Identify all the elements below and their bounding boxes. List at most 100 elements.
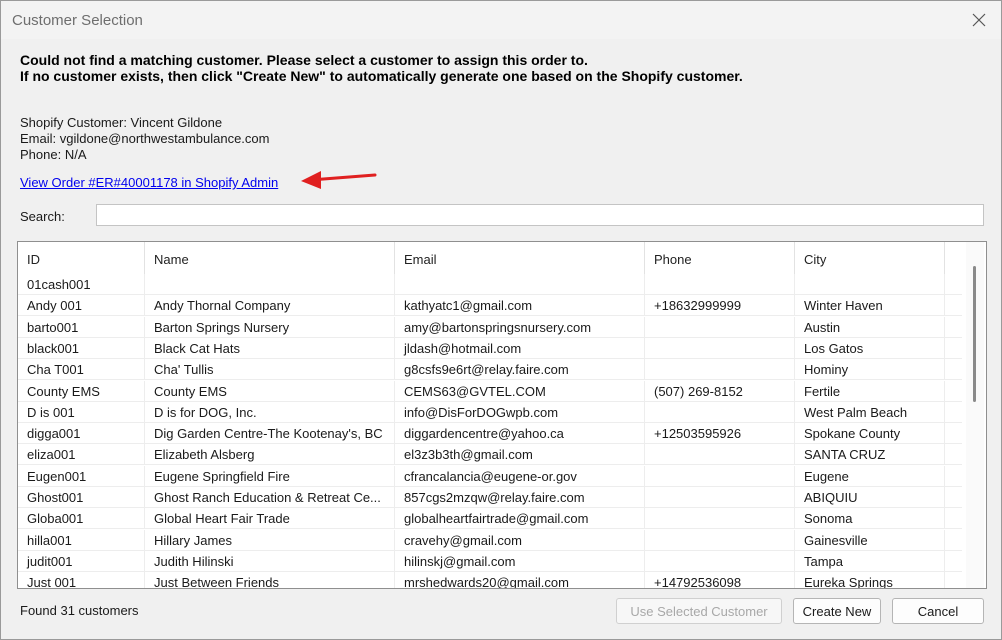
column-header-city[interactable]: City [795,242,945,274]
message-line-1: Could not find a matching customer. Plea… [20,52,588,68]
cell-email: jldash@hotmail.com [395,337,645,359]
shopify-customer-phone: Phone: N/A [20,147,87,162]
table-row[interactable]: judit001 Judith Hilinski hilinskj@gmail.co… [18,550,962,572]
cell-id: Andy 001 [18,295,145,317]
cell-phone [645,508,795,530]
cell-name: Ghost Ranch Education & Retreat Ce... [145,487,395,508]
cell-id: eliza001 [18,444,145,466]
cell-name: Elizabeth Alsberg [145,444,395,466]
cell-phone [645,550,795,572]
table-row[interactable]: County EMS County EMS CEMS63@GVTEL.COM (507… [18,380,962,402]
cell-id: judit001 [18,550,145,572]
table-row[interactable]: digga001 Dig Garden Centre-The Kootenay's… [18,423,962,445]
use-selected-customer-button[interactable]: Use Selected Customer [616,598,782,624]
column-header-phone[interactable]: Phone [645,242,795,274]
table-row[interactable]: Ghost001 Ghost Ranch Education & Retreat … [18,487,962,508]
cell-id: 01cash001 [18,274,145,295]
cell-name: Hillary James [145,529,395,551]
cell-email: CEMS63@GVTEL.COM [395,380,645,402]
cell-name: Judith Hilinski [145,550,395,572]
cell-city: ABIQUIU [795,487,945,508]
cell-phone [645,337,795,359]
cell-phone: +12503595926 [645,423,795,445]
cell-phone: +18632999999 [645,295,795,317]
table-row[interactable]: Cha T001 Cha' Tullis g8csfs9e6rt@relay.fai… [18,359,962,381]
table-row[interactable]: Globa001 Global Heart Fair Trade globalhea… [18,508,962,530]
cell-city: Spokane County [795,423,945,445]
table-row[interactable]: Andy 001 Andy Thornal Company kathyatc1@gm… [18,295,962,317]
cell-id: D is 001 [18,401,145,423]
title-bar: Customer Selection [1,1,1001,39]
cell-email: kathyatc1@gmail.com [395,295,645,317]
cell-city: Eugene [795,465,945,487]
cell-city: Sonoma [795,508,945,530]
message-line-2: If no customer exists, then click "Creat… [20,68,743,84]
cell-name: Eugene Springfield Fire [145,465,395,487]
cell-email: 857cgs2mzqw@relay.faire.com [395,487,645,508]
cell-phone: +14792536098 [645,572,795,588]
grid-header: ID Name Email Phone City [18,242,962,274]
cell-email: globalheartfairtrade@gmail.com [395,508,645,530]
cell-name: Global Heart Fair Trade [145,508,395,530]
cell-id: black001 [18,337,145,359]
customer-selection-dialog: Customer Selection Could not find a matc… [0,0,1002,640]
cell-email: g8csfs9e6rt@relay.faire.com [395,359,645,381]
table-row[interactable]: eliza001 Elizabeth Alsberg el3z3b3th@gmail… [18,444,962,466]
cell-name [145,274,395,295]
cell-email: el3z3b3th@gmail.com [395,444,645,466]
cell-phone [645,274,795,295]
cancel-button[interactable]: Cancel [892,598,984,624]
scrollbar-thumb[interactable] [973,266,976,402]
table-row[interactable]: Eugen001 Eugene Springfield Fire cfrancala… [18,465,962,487]
create-new-button[interactable]: Create New [793,598,881,624]
view-order-link[interactable]: View Order #ER#40001178 in Shopify Admin [20,175,278,190]
customer-grid[interactable]: ID Name Email Phone City 01cash001 Andy 0… [17,241,987,589]
cell-id: barto001 [18,316,145,338]
vertical-scrollbar[interactable] [966,242,984,588]
search-input[interactable] [96,204,984,226]
shopify-customer-email: Email: vgildone@northwestambulance.com [20,131,270,146]
cell-city: SANTA CRUZ [795,444,945,466]
cell-phone: (507) 269-8152 [645,380,795,402]
cell-id: digga001 [18,423,145,445]
table-row[interactable]: hilla001 Hillary James cravehy@gmail.com Ga… [18,529,962,551]
table-row[interactable]: barto001 Barton Springs Nursery amy@barton… [18,316,962,338]
cell-city: Fertile [795,380,945,402]
cell-id: Globa001 [18,508,145,530]
cell-phone [645,359,795,381]
cell-name: Andy Thornal Company [145,295,395,317]
cell-id: Just 001 [18,572,145,588]
cell-email: hilinskj@gmail.com [395,550,645,572]
cell-phone [645,529,795,551]
cell-name: Just Between Friends [145,572,395,588]
column-header-name[interactable]: Name [145,242,395,274]
cell-email: cfrancalancia@eugene-or.gov [395,465,645,487]
cell-id: County EMS [18,380,145,402]
close-icon [972,13,986,27]
cell-name: Cha' Tullis [145,359,395,381]
close-button[interactable] [957,1,1001,39]
cell-name: Black Cat Hats [145,337,395,359]
cell-email: diggardencentre@yahoo.ca [395,423,645,445]
search-label: Search: [20,209,65,224]
column-header-id[interactable]: ID [18,242,145,274]
table-row[interactable]: Just 001 Just Between Friends mrshedwards2… [18,572,962,588]
window-title: Customer Selection [12,12,143,29]
table-row[interactable]: 01cash001 [18,274,962,295]
cell-name: Dig Garden Centre-The Kootenay's, BC [145,423,395,445]
cell-city: Gainesville [795,529,945,551]
red-arrow-icon [301,171,377,189]
cell-id: hilla001 [18,529,145,551]
cell-phone [645,401,795,423]
cell-email [395,274,645,295]
cell-phone [645,465,795,487]
table-row[interactable]: D is 001 D is for DOG, Inc. info@DisForDOG… [18,401,962,423]
column-header-email[interactable]: Email [395,242,645,274]
cell-name: D is for DOG, Inc. [145,401,395,423]
table-row[interactable]: black001 Black Cat Hats jldash@hotmail.com… [18,337,962,359]
cell-email: cravehy@gmail.com [395,529,645,551]
cell-email: amy@bartonspringsnursery.com [395,316,645,338]
cell-phone [645,316,795,338]
cell-id: Ghost001 [18,487,145,508]
shopify-customer-name: Shopify Customer: Vincent Gildone [20,115,223,130]
